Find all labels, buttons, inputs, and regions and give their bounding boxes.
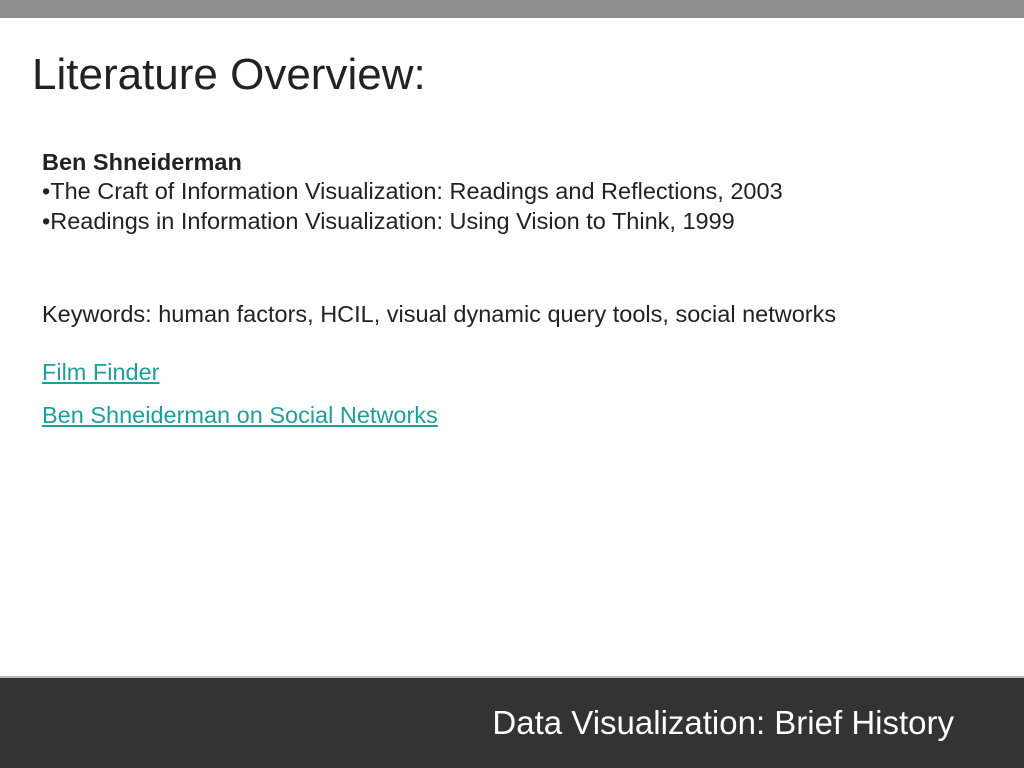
- bullet-item: •The Craft of Information Visualization:…: [42, 177, 862, 206]
- author-name: Ben Shneiderman: [42, 148, 862, 177]
- bullet-item: •Readings in Information Visualization: …: [42, 207, 862, 236]
- slide-body: Literature Overview: Ben Shneiderman •Th…: [0, 18, 1024, 768]
- slide-footer: Data Visualization: Brief History: [0, 676, 1024, 768]
- footer-title: Data Visualization: Brief History: [492, 704, 954, 742]
- keywords-text: Keywords: human factors, HCIL, visual dy…: [42, 300, 862, 329]
- slide-title: Literature Overview:: [32, 50, 426, 100]
- slide-content: Ben Shneiderman •The Craft of Informatio…: [42, 148, 862, 444]
- bullet-text: The Craft of Information Visualization: …: [50, 178, 782, 204]
- links-block: Film Finder Ben Shneiderman on Social Ne…: [42, 358, 862, 431]
- bullet-text: Readings in Information Visualization: U…: [50, 208, 735, 234]
- link-film-finder[interactable]: Film Finder: [42, 358, 862, 387]
- link-social-networks[interactable]: Ben Shneiderman on Social Networks: [42, 401, 862, 430]
- footer-bar: Data Visualization: Brief History: [0, 678, 1024, 768]
- top-accent-bar: [0, 0, 1024, 18]
